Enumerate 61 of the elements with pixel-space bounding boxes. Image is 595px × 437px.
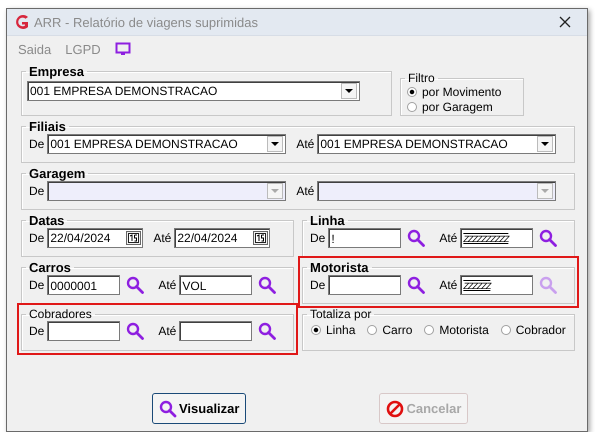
group-title: Empresa	[28, 64, 85, 79]
monitor-icon[interactable]	[114, 42, 131, 56]
search-icon	[159, 400, 177, 418]
no-entry-icon	[386, 400, 404, 418]
input-field[interactable]	[328, 275, 402, 295]
input-field[interactable]: VOL	[179, 275, 252, 295]
search-icon[interactable]	[407, 229, 426, 247]
field-label: Até	[439, 231, 458, 245]
field-label: De	[29, 324, 44, 338]
window-title: ARR - Relatório de viagens suprimidas	[34, 14, 258, 30]
group-title: Totaliza por	[309, 307, 372, 321]
calendar-icon[interactable]	[253, 231, 268, 245]
field-label: De	[310, 231, 326, 245]
group-title: Linha	[309, 213, 346, 228]
input-field[interactable]: 0000001	[47, 275, 120, 295]
field-label: Até	[153, 231, 172, 245]
field-label: De	[29, 184, 44, 198]
group-title: Datas	[28, 213, 66, 228]
radio-option[interactable]: Motorista	[424, 323, 489, 337]
input-field[interactable]: ZZZZZZZZZZ	[460, 228, 534, 248]
dropdown-arrow-icon[interactable]	[345, 88, 353, 94]
search-icon[interactable]	[258, 322, 276, 340]
input-field[interactable]	[179, 321, 252, 341]
dropdown[interactable]: 001 EMPRESA DEMONSTRACAO	[27, 81, 360, 101]
dropdown-arrow-icon[interactable]	[271, 142, 280, 146]
field-label: Até	[296, 137, 314, 151]
radio-option[interactable]: por Movimento	[407, 85, 519, 99]
group-title: Garagem	[28, 166, 86, 181]
field-label: De	[29, 278, 44, 292]
radio-option[interactable]: por Garagem	[407, 100, 519, 114]
search-icon[interactable]	[126, 322, 144, 340]
group-title: Motorista	[309, 260, 370, 275]
field-label: Até	[439, 278, 458, 292]
group-title: Cobradores	[28, 307, 93, 321]
close-icon[interactable]	[559, 16, 571, 28]
radio-option[interactable]: Carro	[367, 323, 412, 337]
search-icon[interactable]	[539, 229, 558, 247]
search-icon[interactable]	[126, 276, 144, 294]
radio-option[interactable]: Linha	[311, 323, 356, 337]
radio-option[interactable]: Cobrador	[500, 323, 566, 337]
field-label: Até	[296, 184, 314, 198]
date-field[interactable]: 22/04/2024	[47, 228, 144, 248]
field-label: De	[29, 231, 44, 245]
dropdown-arrow-icon[interactable]	[541, 142, 550, 146]
calendar-icon[interactable]	[126, 231, 142, 245]
group-title: Carros	[28, 260, 72, 275]
dropdown[interactable]: 001 EMPRESA DEMONSTRACAO	[317, 134, 556, 154]
group-title: Filtro	[407, 71, 436, 85]
field-label: De	[29, 137, 44, 151]
input-field[interactable]	[47, 321, 120, 341]
dropdown[interactable]: 001 EMPRESA DEMONSTRACAO	[47, 134, 286, 154]
field-label: Até	[158, 278, 176, 292]
field-label: Até	[158, 324, 176, 338]
field-label: De	[310, 278, 326, 292]
input-field[interactable]: !	[328, 228, 402, 248]
search-icon[interactable]	[258, 276, 276, 294]
search-icon[interactable]	[407, 276, 426, 294]
logo-icon	[14, 14, 30, 30]
date-field[interactable]: 22/04/2024	[174, 228, 270, 248]
group-title: Filiais	[28, 119, 67, 134]
button[interactable]: Visualizar	[152, 393, 246, 424]
